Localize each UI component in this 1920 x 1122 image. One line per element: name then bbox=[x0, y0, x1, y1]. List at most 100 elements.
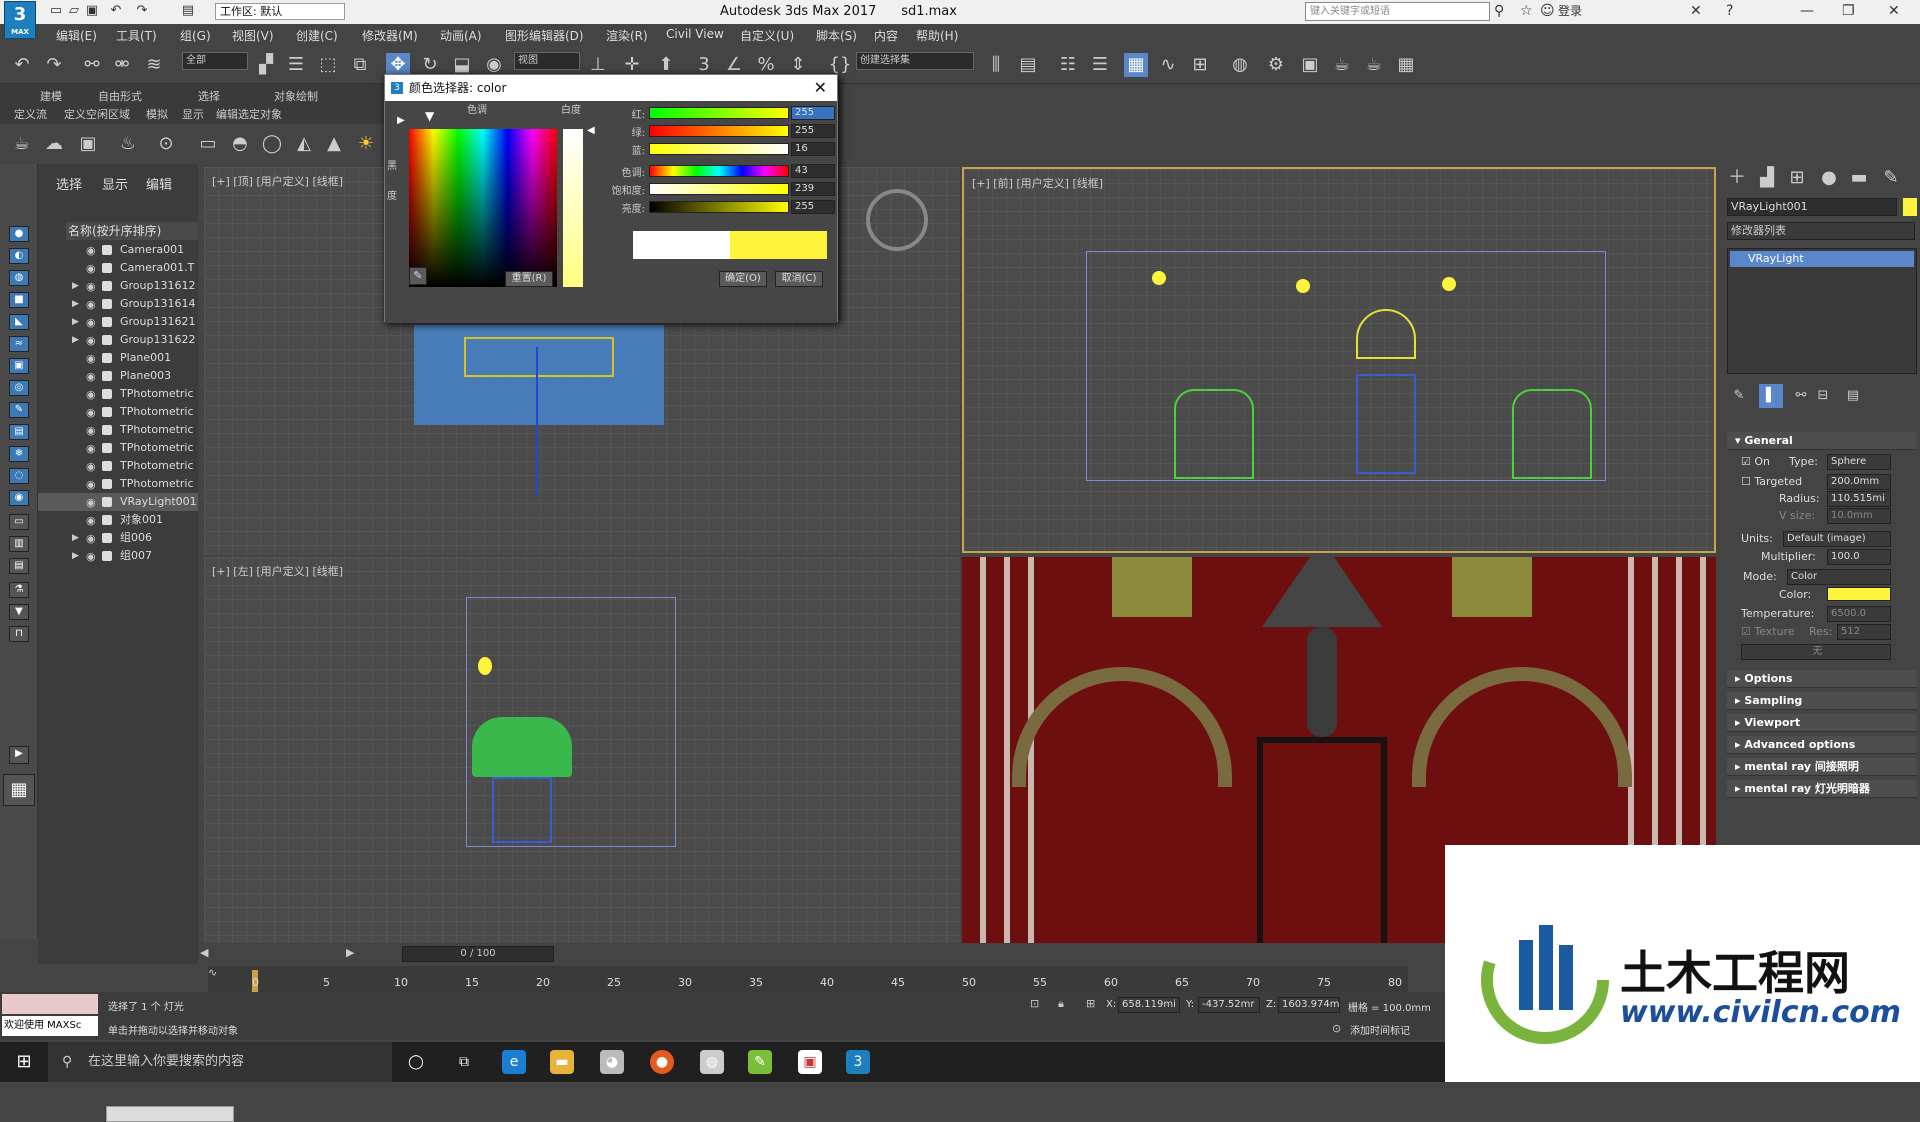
reset-button[interactable]: 重置(R) bbox=[505, 271, 553, 287]
box-icon[interactable]: ▭ bbox=[196, 132, 220, 156]
mental-ray-shader-rollout[interactable]: ▸ mental ray 灯光明暗器 bbox=[1727, 780, 1917, 798]
eyedropper-icon[interactable]: ✎ bbox=[409, 267, 427, 285]
app-icon[interactable]: ◕ bbox=[600, 1050, 624, 1074]
menu-tools[interactable]: 工具(T) bbox=[116, 27, 157, 44]
visibility-eye-icon[interactable]: ◉ bbox=[86, 512, 96, 530]
undo-icon[interactable]: ↶ bbox=[10, 53, 34, 77]
ribbon-simulate[interactable]: 模拟 bbox=[146, 106, 168, 122]
visibility-eye-icon[interactable]: ◉ bbox=[86, 404, 96, 422]
frame-counter[interactable]: 0 / 100 bbox=[402, 946, 554, 962]
display-spacewarps-icon[interactable]: ≈ bbox=[9, 336, 29, 352]
task-view-icon[interactable]: ⧉ bbox=[452, 1050, 476, 1074]
visibility-eye-icon[interactable]: ◉ bbox=[86, 530, 96, 548]
res-field[interactable]: 512 bbox=[1837, 624, 1891, 640]
targeted-checkbox[interactable]: ☐ Targeted bbox=[1741, 475, 1802, 488]
green-value-field[interactable]: 255 bbox=[791, 124, 835, 138]
visibility-eye-icon[interactable]: ◉ bbox=[86, 350, 96, 368]
absolute-mode-icon[interactable]: ⊞ bbox=[1086, 997, 1095, 1010]
display-frozen-icon[interactable]: ❄ bbox=[9, 446, 29, 462]
z-coord-field[interactable]: 1603.974m bbox=[1278, 997, 1340, 1013]
pin-stack-icon[interactable]: ✎ bbox=[1727, 384, 1751, 408]
visibility-eye-icon[interactable]: ◉ bbox=[86, 476, 96, 494]
display-helpers-icon[interactable]: ◣ bbox=[9, 314, 29, 330]
green-slider[interactable] bbox=[649, 125, 789, 137]
ribbon-tab-freeform[interactable]: 自由形式 bbox=[98, 88, 142, 104]
object-color-swatch[interactable] bbox=[1903, 198, 1917, 216]
open-file-icon[interactable]: ▱ bbox=[66, 3, 82, 19]
visibility-eye-icon[interactable]: ◉ bbox=[86, 296, 96, 314]
menu-help[interactable]: 帮助(H) bbox=[916, 27, 958, 44]
bind-space-warp-icon[interactable]: ≋ bbox=[142, 53, 166, 77]
scene-item[interactable]: ◉ TPhotometric bbox=[38, 475, 198, 493]
isolate-icon[interactable]: ⊡ bbox=[1030, 997, 1039, 1010]
menu-scripting[interactable]: 脚本(S) bbox=[816, 27, 857, 44]
display-cameras-icon[interactable]: ■ bbox=[9, 292, 29, 308]
unlink-icon[interactable]: ⚮ bbox=[110, 53, 134, 77]
dialog-close-icon[interactable]: ✕ bbox=[814, 75, 827, 101]
display-containers-icon[interactable]: ▤ bbox=[9, 424, 29, 440]
blue-value-field[interactable]: 16 bbox=[791, 142, 835, 156]
temperature-field[interactable]: 6500.0 bbox=[1827, 606, 1891, 622]
light-color-swatch[interactable] bbox=[1827, 587, 1891, 601]
scene-item[interactable]: ◉ Camera001.T bbox=[38, 259, 198, 277]
visibility-eye-icon[interactable]: ◉ bbox=[86, 548, 96, 566]
add-time-tag[interactable]: 添加时间标记 bbox=[1350, 1022, 1410, 1037]
value-slider[interactable] bbox=[649, 201, 789, 213]
display-all-icon[interactable]: ◉ bbox=[9, 490, 29, 506]
window-close-icon[interactable]: ✕ bbox=[1888, 3, 1900, 19]
scene-item[interactable]: ▶ ◉ Group131612 bbox=[38, 277, 198, 295]
taskbar-search[interactable]: 在这里输入你要搜索的内容 bbox=[48, 1042, 392, 1082]
visibility-eye-icon[interactable]: ◉ bbox=[86, 422, 96, 440]
menu-customize[interactable]: 自定义(U) bbox=[740, 27, 794, 44]
utilities-tab-icon[interactable]: ✎ bbox=[1879, 166, 1903, 190]
display-xrefs-icon[interactable]: ◎ bbox=[9, 380, 29, 396]
y-coord-field[interactable]: -437.52mr bbox=[1198, 997, 1260, 1013]
red-value-field[interactable]: 255 bbox=[791, 106, 835, 120]
scene-item[interactable]: ◉ 对象001 bbox=[38, 511, 198, 529]
invert-display-icon[interactable]: ▥ bbox=[9, 536, 29, 552]
ribbon-tab-object-paint[interactable]: 对象绘制 bbox=[274, 88, 318, 104]
ribbon-define-idle[interactable]: 定义空闲区域 bbox=[64, 106, 130, 122]
mirror-icon[interactable]: ⫼ bbox=[984, 53, 1008, 77]
menu-animation[interactable]: 动画(A) bbox=[440, 27, 482, 44]
time-tag-icon[interactable]: ⊙ bbox=[1332, 1022, 1341, 1035]
help-icon[interactable]: ? bbox=[1726, 3, 1733, 19]
curve-editor-icon[interactable]: ∿ bbox=[1156, 53, 1180, 77]
display-none-icon[interactable]: ▭ bbox=[9, 514, 29, 530]
multiplier-field[interactable]: 100.0 bbox=[1827, 549, 1891, 565]
scene-scrollbar[interactable] bbox=[106, 1106, 234, 1122]
selection-filter[interactable]: 全部 bbox=[182, 52, 248, 70]
cancel-button[interactable]: 取消(C) bbox=[775, 271, 823, 287]
menu-create[interactable]: 创建(C) bbox=[296, 27, 338, 44]
saturation-value-field[interactable]: 239 bbox=[791, 182, 835, 196]
scene-item[interactable]: ▶ ◉ Group131622 bbox=[38, 331, 198, 349]
vsize-field[interactable]: 10.0mm bbox=[1827, 508, 1891, 524]
scene-item[interactable]: ▶ ◉ Group131621 bbox=[38, 313, 198, 331]
viewport-front[interactable]: [+] [前] [用户定义] [线框] bbox=[962, 167, 1716, 553]
scene-tab-display[interactable]: 显示 bbox=[102, 174, 128, 193]
menu-content[interactable]: 内容 bbox=[874, 27, 898, 44]
camera-icon[interactable]: ⊙ bbox=[154, 132, 178, 156]
mode-select[interactable]: Color bbox=[1787, 569, 1891, 585]
maximize-icon[interactable]: ❐ bbox=[1842, 3, 1855, 19]
object-name-field[interactable]: VRayLight001 bbox=[1727, 198, 1897, 216]
options-rollout[interactable]: ▸ Options bbox=[1727, 670, 1917, 688]
scene-item[interactable]: ◉ TPhotometric bbox=[38, 385, 198, 403]
blue-slider[interactable] bbox=[649, 143, 789, 155]
lampshade-icon[interactable]: ◭ bbox=[292, 132, 316, 156]
select-by-name-icon[interactable]: ☰ bbox=[284, 53, 308, 77]
edge-icon[interactable]: e bbox=[502, 1050, 526, 1074]
notepad-icon[interactable]: ✎ bbox=[748, 1050, 772, 1074]
scene-item[interactable]: ◉ Camera001 bbox=[38, 241, 198, 259]
display-tab-icon[interactable]: ▬ bbox=[1847, 166, 1871, 190]
show-end-result-icon[interactable]: ▌ bbox=[1759, 384, 1783, 408]
expand-arrow-icon[interactable]: ▶ bbox=[72, 529, 79, 547]
general-rollout-header[interactable]: ▾ General bbox=[1727, 432, 1917, 450]
prev-frame-icon[interactable]: ◀ bbox=[200, 946, 208, 959]
cone-icon[interactable]: ▲ bbox=[322, 132, 346, 156]
hue-slider[interactable] bbox=[649, 165, 789, 177]
teapot-icon[interactable]: ☕ bbox=[10, 132, 34, 156]
new-file-icon[interactable]: ▭ bbox=[48, 3, 64, 19]
menu-edit[interactable]: 编辑(E) bbox=[56, 27, 97, 44]
find-icon[interactable]: ⚗ bbox=[9, 582, 29, 598]
